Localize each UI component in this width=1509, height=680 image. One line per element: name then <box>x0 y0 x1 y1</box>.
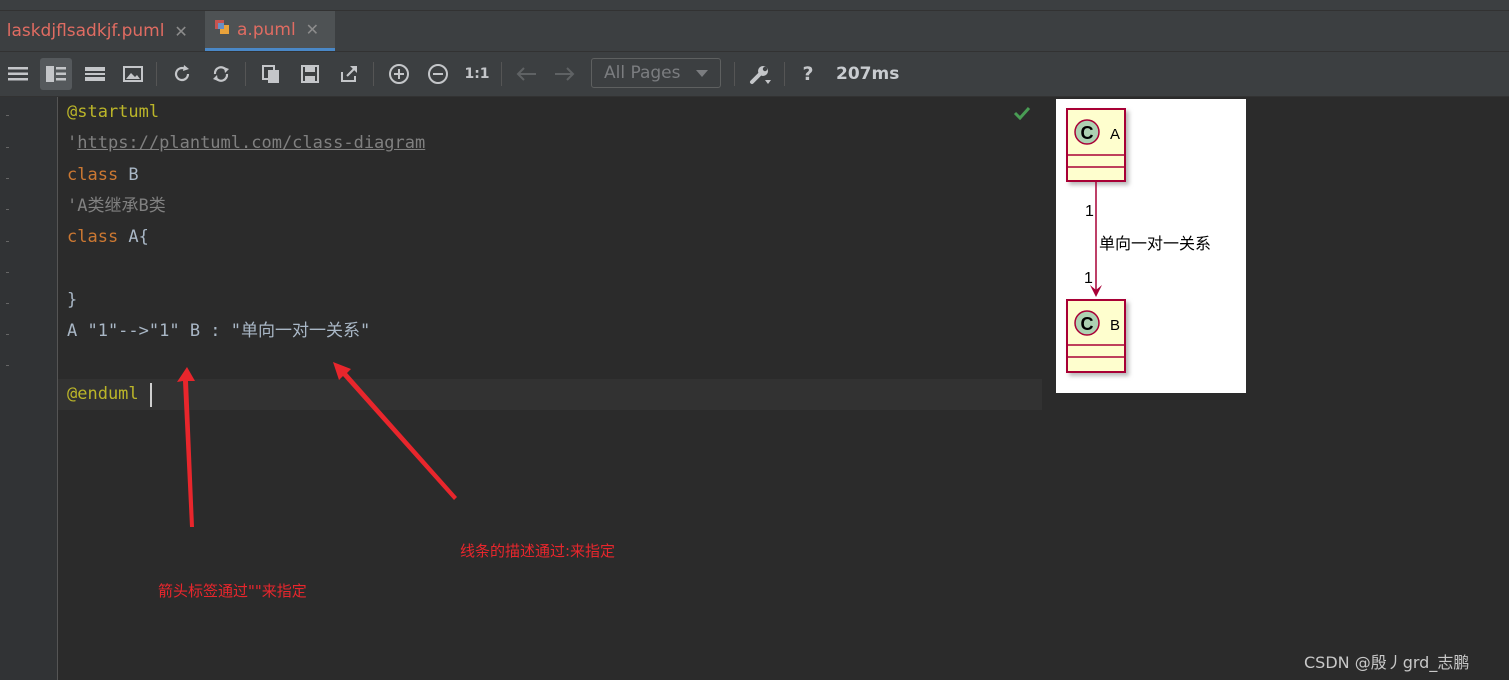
red-arrow-to-label <box>333 362 457 500</box>
red-arrow-to-multiplicity <box>177 367 195 527</box>
line-description-note: 线条的描述通过:来指定 <box>460 542 616 560</box>
arrow-label-note: 箭头标签通过""来指定 <box>158 582 307 600</box>
watermark: CSDN @殷丿grd_志鹏 <box>1304 653 1470 672</box>
annotation-arrows <box>177 362 457 527</box>
